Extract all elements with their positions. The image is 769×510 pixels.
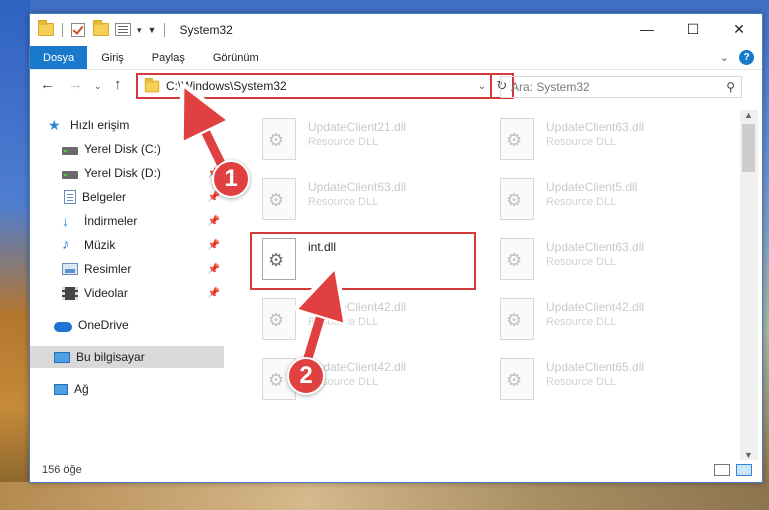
step-1-badge: 1 bbox=[212, 160, 250, 198]
step-2-badge: 2 bbox=[287, 357, 325, 395]
annotation-arrows bbox=[0, 0, 769, 375]
